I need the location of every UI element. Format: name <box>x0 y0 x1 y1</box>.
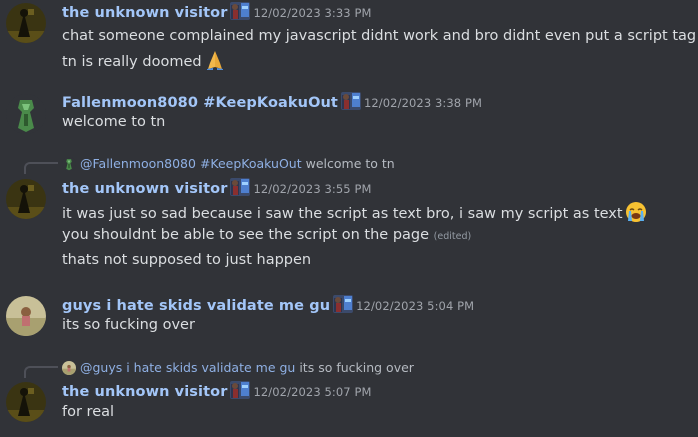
author-name[interactable]: Fallenmoon8080 #KeepKoakuOut <box>62 95 338 111</box>
message-text: it was just so sad because i saw the scr… <box>62 206 623 222</box>
avatar[interactable] <box>6 179 46 219</box>
message-text: thats not supposed to just happen <box>62 252 312 268</box>
reply-author[interactable]: @Fallenmoon8080 #KeepKoakuOut <box>80 156 302 171</box>
role-badge-icon[interactable] <box>230 2 250 20</box>
message-header: Fallenmoon8080 #KeepKoakuOut 12/02/2023 3… <box>62 92 482 111</box>
message-text: you shouldnt be able to see the script o… <box>62 227 430 243</box>
message-header: the unknown visitor 12/02/2023 3:55 PM <box>62 178 372 197</box>
message-header: guys i hate skids validate me gu 12/02/20… <box>62 295 474 314</box>
message-group: guys i hate skids validate me gu 12/02/20… <box>0 294 698 344</box>
author-name[interactable]: guys i hate skids validate me gu <box>62 298 330 314</box>
loudly-crying-face-icon <box>625 201 647 223</box>
timestamp[interactable]: 12/02/2023 3:38 PM <box>364 96 482 110</box>
timestamp[interactable]: 12/02/2023 5:07 PM <box>253 385 371 399</box>
author-name[interactable]: the unknown visitor <box>62 181 227 197</box>
timestamp[interactable]: 12/02/2023 3:55 PM <box>253 182 371 196</box>
message-line: chat someone complained my javascript di… <box>62 23 698 45</box>
folded-hands-icon <box>204 49 226 71</box>
message-group: @Fallenmoon8080 #KeepKoakuOut welcome to… <box>0 154 698 274</box>
message-group: the unknown visitor 12/02/2023 3:33 PM ch… <box>0 0 698 80</box>
message-text: chat someone complained my javascript di… <box>62 28 697 44</box>
message-group: Fallenmoon8080 #KeepKoakuOut 12/02/2023 3… <box>0 90 698 140</box>
avatar[interactable] <box>6 3 46 43</box>
message-text: its so fucking over <box>62 317 195 333</box>
message-line: its so fucking over <box>62 317 195 333</box>
message-text: for real <box>62 404 115 420</box>
reply-preview[interactable]: @guys i hate skids validate me gu its so… <box>62 360 414 375</box>
chat-messages: the unknown visitor 12/02/2023 3:33 PM ch… <box>0 0 698 437</box>
avatar[interactable] <box>6 94 46 134</box>
timestamp[interactable]: 12/02/2023 5:04 PM <box>356 299 474 313</box>
role-badge-icon[interactable] <box>341 92 361 110</box>
reply-preview[interactable]: @Fallenmoon8080 #KeepKoakuOut welcome to… <box>62 156 395 171</box>
role-badge-icon[interactable] <box>230 178 250 196</box>
role-badge-icon[interactable] <box>230 381 250 399</box>
reply-spine <box>24 162 58 174</box>
message-text: welcome to tn <box>62 114 166 130</box>
avatar[interactable] <box>6 296 46 336</box>
reply-spine <box>24 366 58 378</box>
message-line: welcome to tn <box>62 114 165 130</box>
message-line: you shouldnt be able to see the script o… <box>62 227 471 243</box>
message-header: the unknown visitor 12/02/2023 3:33 PM <box>62 2 372 21</box>
avatar[interactable] <box>6 382 46 422</box>
message-line: thats not supposed to just happen <box>62 252 311 268</box>
reply-text: welcome to tn <box>305 156 395 171</box>
timestamp[interactable]: 12/02/2023 3:33 PM <box>253 6 371 20</box>
reply-avatar <box>62 361 76 375</box>
message-line: for real <box>62 404 114 420</box>
message-header: the unknown visitor 12/02/2023 5:07 PM <box>62 381 372 400</box>
message-text: tn is really doomed <box>62 54 202 70</box>
author-name[interactable]: the unknown visitor <box>62 384 227 400</box>
edited-label[interactable]: (edited) <box>434 231 472 242</box>
reply-text: its so fucking over <box>299 360 414 375</box>
author-name[interactable]: the unknown visitor <box>62 5 227 21</box>
role-badge-icon[interactable] <box>333 295 353 313</box>
message-line: it was just so sad because i saw the scr… <box>62 201 647 223</box>
message-line: tn is really doomed <box>62 49 226 71</box>
reply-author[interactable]: @guys i hate skids validate me gu <box>80 360 295 375</box>
reply-avatar <box>62 157 76 171</box>
message-group: @guys i hate skids validate me gu its so… <box>0 358 698 428</box>
